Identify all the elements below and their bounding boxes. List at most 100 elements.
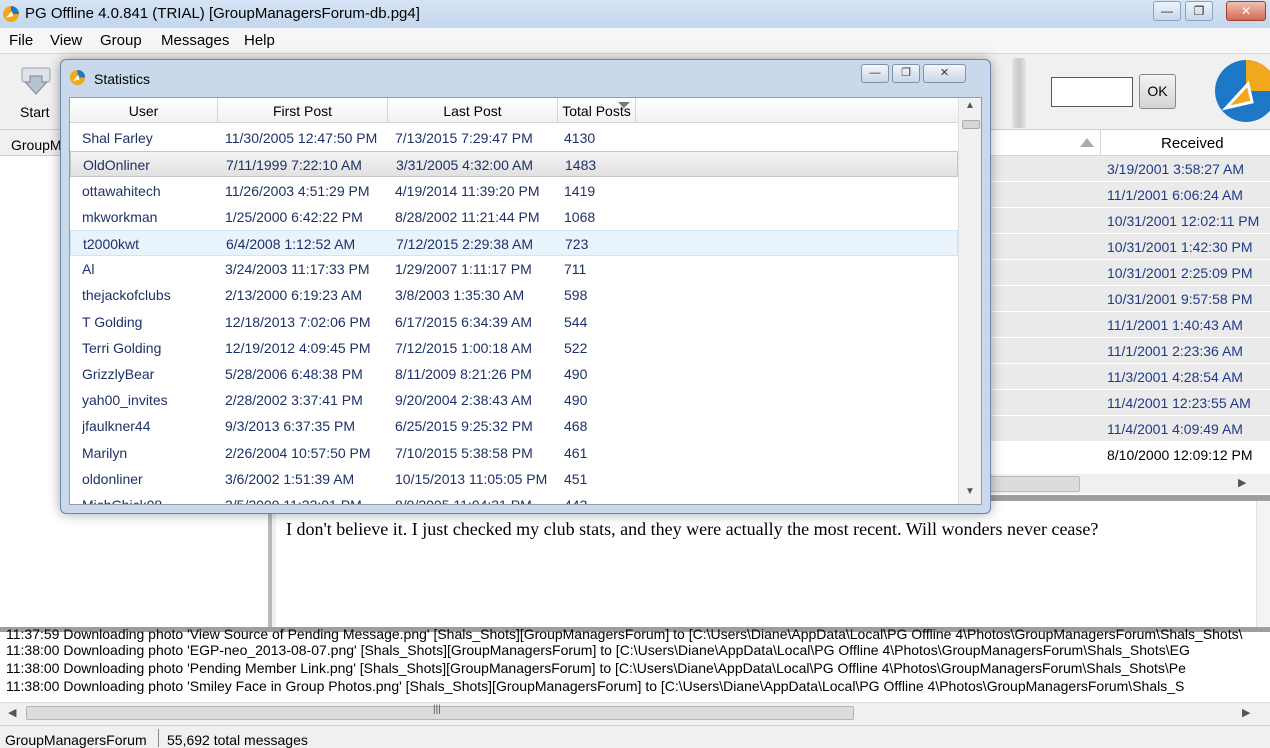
table-row[interactable]: T Golding 12/18/2013 7:02:06 PM 6/17/201…	[70, 309, 958, 335]
dialog-maximize-button[interactable]: ❐	[892, 64, 920, 83]
cell-total-posts: 522	[564, 340, 588, 356]
scroll-thumb[interactable]: |||	[26, 704, 854, 720]
message-row[interactable]: 11/1/2001 1:40:43 AM	[980, 312, 1270, 338]
cell-last-post: 6/17/2015 6:34:39 AM	[395, 314, 532, 330]
table-row[interactable]: oldonliner 3/6/2002 1:51:39 AM 10/15/201…	[70, 466, 958, 492]
preview-vscrollbar[interactable]	[1256, 501, 1270, 627]
cell-first-post: 1/25/2000 6:42:22 PM	[225, 209, 363, 225]
message-row[interactable]: 11/4/2001 12:23:55 AM	[980, 390, 1270, 416]
table-row[interactable]: Shal Farley 11/30/2005 12:47:50 PM 7/13/…	[70, 125, 958, 151]
cell-user: MichChick08	[82, 497, 163, 505]
message-list-header: Received	[980, 130, 1270, 156]
log-line: 11:38:00 Downloading photo 'EGP-neo_2013…	[6, 642, 1190, 658]
scroll-right-icon[interactable]: ▶	[1242, 706, 1250, 719]
cell-user: Al	[82, 261, 95, 277]
dialog-minimize-button[interactable]: —	[861, 64, 889, 83]
cell-total-posts: 598	[564, 287, 588, 303]
table-row[interactable]: Marilyn 2/26/2004 10:57:50 PM 7/10/2015 …	[70, 440, 958, 466]
cell-last-post: 6/25/2015 9:25:32 PM	[395, 418, 533, 434]
cell-user: jfaulkner44	[82, 418, 151, 434]
menu-view[interactable]: View	[50, 32, 82, 49]
statistics-title-bar[interactable]: Statistics — ❐ ✕	[61, 60, 990, 94]
cell-last-post: 4/19/2014 11:39:20 PM	[395, 183, 540, 199]
cell-user: mkworkman	[82, 209, 158, 225]
minimize-button[interactable]: —	[1153, 1, 1181, 21]
table-row[interactable]: thejackofclubs 2/13/2000 6:19:23 AM 3/8/…	[70, 282, 958, 308]
menu-messages[interactable]: Messages	[161, 32, 229, 49]
pg-offline-logo-icon	[1215, 60, 1270, 122]
cell-first-post: 9/3/2013 6:37:35 PM	[225, 418, 355, 434]
received-time: 11/1/2001 1:40:43 AM	[1107, 317, 1243, 333]
cell-last-post: 10/15/2013 11:05:05 PM	[395, 471, 548, 487]
log-hscrollbar[interactable]: ◀ ||| ▶	[0, 702, 1270, 722]
table-row[interactable]: MichChick08 3/5/2009 11:22:01 PM 8/9/200…	[70, 492, 958, 505]
message-row[interactable]: 10/31/2001 12:02:11 PM	[980, 208, 1270, 234]
table-row[interactable]: Al 3/24/2003 11:17:33 PM 1/29/2007 1:11:…	[70, 256, 958, 282]
message-row[interactable]: 10/31/2001 1:42:30 PM	[980, 234, 1270, 260]
table-row[interactable]: Terri Golding 12/19/2012 4:09:45 PM 7/12…	[70, 335, 958, 361]
column-last-post[interactable]: Last Post	[388, 98, 558, 123]
scroll-left-icon[interactable]: ◀	[8, 706, 16, 719]
scroll-grip-icon: |||	[433, 704, 441, 715]
cell-total-posts: 4130	[564, 130, 596, 146]
message-row[interactable]: 10/31/2001 2:25:09 PM	[980, 260, 1270, 286]
column-user[interactable]: User	[70, 98, 218, 123]
message-row[interactable]: 11/1/2001 2:23:36 AM	[980, 338, 1270, 364]
message-row[interactable]: 3/19/2001 3:58:27 AM	[980, 156, 1270, 182]
table-row[interactable]: yah00_invites 2/28/2002 3:37:41 PM 9/20/…	[70, 387, 958, 413]
message-row[interactable]: 11/1/2001 6:06:24 AM	[980, 182, 1270, 208]
cell-total-posts: 468	[564, 418, 588, 434]
menu-help[interactable]: Help	[244, 32, 275, 49]
menu-group[interactable]: Group	[100, 32, 142, 49]
cell-total-posts: 1068	[564, 209, 596, 225]
log-line: 11:38:00 Downloading photo 'Pending Memb…	[6, 660, 1186, 676]
statistics-vscrollbar[interactable]: ▲ ▼	[958, 98, 981, 504]
table-row[interactable]: ottawahitech 11/26/2003 4:51:29 PM 4/19/…	[70, 178, 958, 204]
cell-total-posts: 451	[564, 471, 588, 487]
table-row-selected[interactable]: OldOnliner 7/11/1999 7:22:10 AM 3/31/200…	[70, 151, 958, 177]
start-button-label[interactable]: Start	[20, 104, 50, 120]
message-row[interactable]: 11/4/2001 4:09:49 AM	[980, 416, 1270, 442]
table-row[interactable]: jfaulkner44 9/3/2013 6:37:35 PM 6/25/201…	[70, 413, 958, 439]
scroll-thumb[interactable]	[980, 476, 1080, 492]
menu-file[interactable]: File	[9, 32, 33, 49]
scroll-down-icon[interactable]: ▼	[965, 486, 975, 497]
pg-offline-app-icon	[3, 6, 19, 22]
message-row[interactable]: 8/10/2000 12:09:12 PM	[980, 442, 1270, 468]
received-header-label: Received	[1161, 135, 1224, 152]
toolbar-separator	[1012, 58, 1026, 128]
cell-last-post: 1/29/2007 1:11:17 PM	[395, 261, 532, 277]
column-first-post[interactable]: First Post	[218, 98, 388, 123]
message-row[interactable]: 11/3/2001 4:28:54 AM	[980, 364, 1270, 390]
scroll-up-icon[interactable]: ▲	[965, 100, 975, 111]
search-input[interactable]	[1051, 77, 1133, 107]
ok-button[interactable]: OK	[1139, 74, 1176, 109]
table-row[interactable]: GrizzlyBear 5/28/2006 6:48:38 PM 8/11/20…	[70, 361, 958, 387]
cell-user: oldonliner	[82, 471, 143, 487]
received-time: 10/31/2001 12:02:11 PM	[1107, 213, 1260, 229]
close-button[interactable]: ✕	[1226, 1, 1266, 21]
message-row[interactable]: 10/31/2001 9:57:58 PM	[980, 286, 1270, 312]
scroll-thumb[interactable]	[962, 120, 980, 129]
cell-first-post: 11/26/2003 4:51:29 PM	[225, 183, 370, 199]
table-row[interactable]: mkworkman 1/25/2000 6:42:22 PM 8/28/2002…	[70, 204, 958, 230]
cell-user: t2000kwt	[83, 236, 140, 252]
cell-user: thejackofclubs	[82, 287, 171, 303]
column-received[interactable]: Received	[1100, 130, 1270, 156]
cell-total-posts: 461	[564, 445, 588, 461]
cell-first-post: 5/28/2006 6:48:38 PM	[225, 366, 363, 382]
dialog-close-button[interactable]: ✕	[923, 64, 966, 83]
status-separator	[158, 729, 159, 747]
cell-first-post: 6/4/2008 1:12:52 AM	[226, 236, 356, 252]
cell-first-post: 2/28/2002 3:37:41 PM	[225, 392, 363, 408]
message-list-hscrollbar[interactable]: ▶	[980, 474, 1270, 494]
table-row-hover[interactable]: t2000kwt 6/4/2008 1:12:52 AM 7/12/2015 2…	[70, 230, 958, 256]
cell-last-post: 3/8/2003 1:35:30 AM	[395, 287, 525, 303]
cell-last-post: 7/13/2015 7:29:47 PM	[395, 130, 533, 146]
download-arrow-icon[interactable]	[20, 66, 52, 96]
title-bar: PG Offline 4.0.841 (TRIAL) [GroupManager…	[0, 0, 1270, 28]
maximize-button[interactable]: ❐	[1185, 1, 1213, 21]
scroll-right-icon[interactable]: ▶	[1238, 476, 1246, 489]
message-preview: I don't believe it. I just checked my cl…	[276, 501, 1270, 627]
cell-user: Shal Farley	[82, 130, 153, 146]
